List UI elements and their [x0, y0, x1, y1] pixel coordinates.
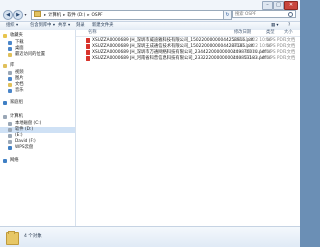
help-button[interactable]: ?: [288, 22, 290, 30]
explorer-window: – □ ✕ ◀ ▶ ▾ ▸ 计算机 ▸ 软件 (D:) ▸ OSPF ↻ 搜索 OSPF …: [0, 0, 300, 247]
table-row[interactable]: XSUZZA0000689 JH_深圳王成通信技术有限公司_1502200000…: [76, 44, 300, 49]
drive-icon: [8, 122, 12, 126]
homegroup-icon: [3, 101, 7, 105]
view-options-button[interactable]: ▦ ▾: [271, 22, 279, 30]
star-icon: [3, 34, 7, 38]
search-icon: [288, 12, 293, 17]
navigation-pane: 收藏夹 下载 桌面 最近访问的位置 库 视频 图片 文档 音乐 家庭组 计算机 …: [0, 30, 76, 226]
pdf-file-icon: [86, 38, 90, 43]
address-bar[interactable]: ▸ 计算机 ▸ 软件 (D:) ▸ OSPF: [31, 10, 224, 20]
burn-button[interactable]: 刻录: [76, 22, 85, 30]
documents-icon: [8, 83, 12, 87]
column-header-name[interactable]: 名称: [88, 30, 97, 36]
column-header-type[interactable]: 类型: [266, 30, 275, 36]
recent-pages-button[interactable]: ▾: [23, 11, 28, 17]
cloud-icon: [8, 146, 12, 150]
file-list: 名称 修改日期 类型 大小 XSUZZA0000689 JH_深圳市威迪雅科技有…: [76, 30, 300, 226]
details-pane: 4 个对象: [0, 226, 300, 247]
pdf-file-icon: [86, 50, 90, 55]
nav-wps-cloud[interactable]: WPS云盘: [0, 145, 75, 151]
file-name: XSUZZA0000689 JH_深圳市威迪雅科技有限公司_1502200000…: [92, 38, 254, 43]
pictures-icon: [8, 77, 12, 81]
share-menu[interactable]: 共享 ▾: [58, 22, 70, 30]
computer-icon: [3, 115, 7, 119]
nav-label: 家庭组: [10, 100, 23, 105]
organize-menu[interactable]: 组织 ▾: [6, 22, 18, 30]
nav-computer[interactable]: 计算机: [0, 114, 75, 120]
column-header-date[interactable]: 修改日期: [234, 30, 251, 36]
file-size: 1: [284, 56, 287, 61]
column-header-size[interactable]: 大小: [284, 30, 293, 36]
nav-label: 收藏夹: [10, 33, 23, 38]
file-type: WPS PDF 文档: [266, 38, 296, 43]
nav-label: 计算机: [10, 114, 23, 119]
recent-places-icon: [8, 53, 12, 57]
nav-network[interactable]: 网络: [0, 158, 75, 164]
nav-recent[interactable]: 最近访问的位置: [0, 52, 75, 58]
folder-icon: [34, 11, 41, 17]
minimize-icon: –: [266, 2, 269, 8]
breadcrumb-ospf[interactable]: OSPF: [90, 13, 103, 18]
file-type: WPS PDF 文档: [266, 44, 296, 49]
desktop-icon: [8, 47, 12, 51]
search-input[interactable]: 搜索 OSPF: [232, 10, 296, 18]
file-type: WPS PDF 文档: [266, 56, 296, 61]
maximize-button[interactable]: □: [273, 1, 284, 10]
file-size: 1: [284, 50, 287, 55]
nav-libraries[interactable]: 库: [0, 63, 75, 69]
video-icon: [8, 71, 12, 75]
address-row: ◀ ▶ ▾ ▸ 计算机 ▸ 软件 (D:) ▸ OSPF ↻ 搜索 OSPF: [3, 10, 297, 20]
pdf-file-icon: [86, 44, 90, 49]
drive-icon: [8, 140, 12, 144]
download-icon: [8, 41, 12, 45]
nav-label: 库: [10, 63, 15, 68]
include-in-library-menu[interactable]: 包含到库中 ▾: [30, 22, 55, 30]
new-folder-button[interactable]: 新建文件夹: [92, 22, 113, 30]
table-row[interactable]: XSUZZA0000689 JH_深圳市威迪雅科技有限公司_1502200000…: [76, 38, 300, 43]
nav-label: 最近访问的位置: [15, 52, 46, 57]
nav-label: 音乐: [15, 88, 24, 93]
breadcrumb-software-drive[interactable]: 软件 (D:): [66, 13, 86, 18]
file-size: 1: [284, 44, 287, 49]
item-count: 4 个对象: [24, 234, 42, 239]
nav-music[interactable]: 音乐: [0, 88, 75, 94]
refresh-button[interactable]: ↻: [223, 10, 232, 20]
nav-label: WPS云盘: [15, 145, 34, 150]
drive-icon: [8, 128, 12, 132]
library-icon: [3, 64, 7, 68]
close-button[interactable]: ✕: [284, 1, 298, 10]
file-size: 1: [284, 38, 287, 43]
table-row[interactable]: XSUZZA0000689 JH_河南省科普信息科技有限公司_233222000…: [76, 56, 300, 61]
nav-homegroup[interactable]: 家庭组: [0, 100, 75, 106]
forward-button[interactable]: ▶: [13, 10, 23, 20]
back-button[interactable]: ◀: [3, 10, 13, 20]
pdf-file-icon: [86, 56, 90, 61]
network-icon: [3, 159, 7, 163]
file-name: XSUZZA0000689 JH_深圳王成通信技术有限公司_1502200000…: [92, 44, 254, 49]
search-placeholder: 搜索 OSPF: [235, 12, 257, 17]
table-row[interactable]: XSUZZA0000689 JH_深圳市万通网络科技有限公司_234422000…: [76, 50, 300, 55]
column-headers: 名称 修改日期 类型 大小: [76, 30, 300, 37]
nav-favorites[interactable]: 收藏夹: [0, 33, 75, 39]
music-icon: [8, 89, 12, 93]
folder-icon: [6, 231, 19, 245]
close-icon: ✕: [288, 2, 294, 8]
nav-label: 网络: [10, 158, 19, 163]
file-type: WPS PDF 文档: [266, 50, 296, 55]
drive-icon: [8, 134, 12, 138]
breadcrumb-computer[interactable]: 计算机: [47, 13, 62, 18]
maximize-icon: □: [276, 2, 281, 8]
minimize-button[interactable]: –: [262, 1, 273, 10]
